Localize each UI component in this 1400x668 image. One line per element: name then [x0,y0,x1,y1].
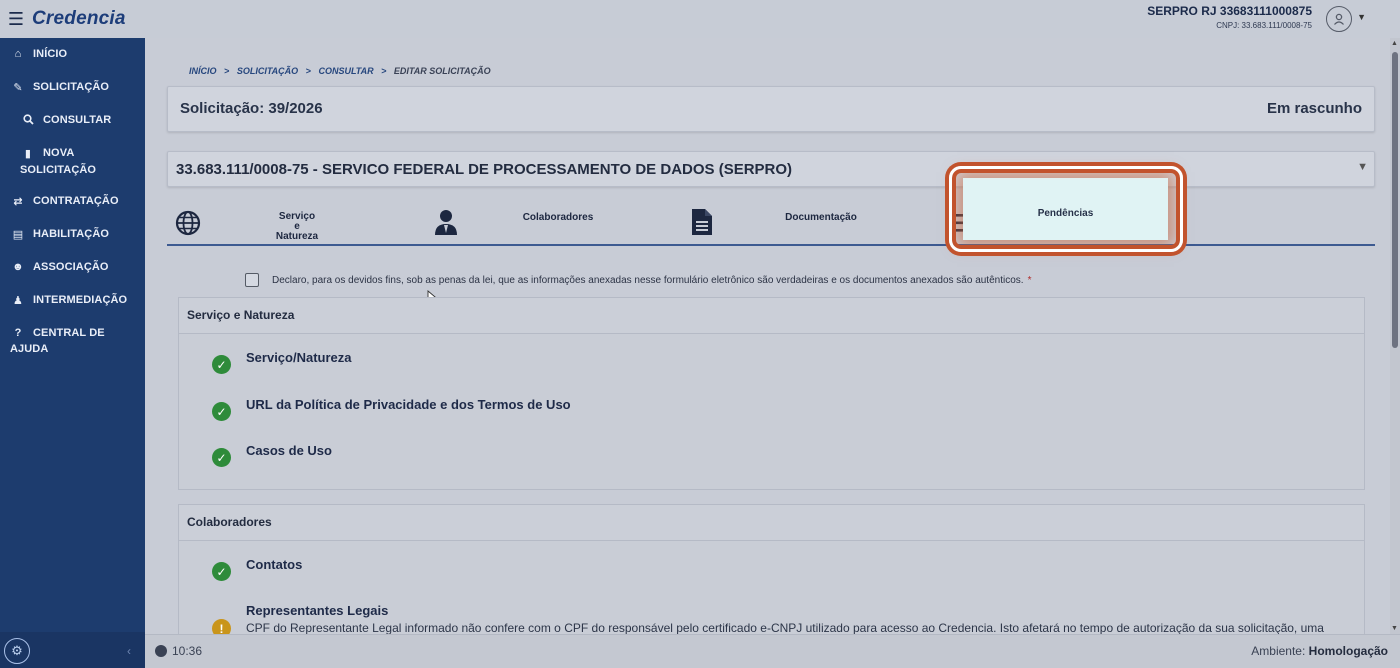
pending-item: ✓ Contatos [212,557,302,581]
sidebar-item-central-de-ajuda[interactable]: ? CENTRAL DE [0,327,145,339]
section-title: Colaboradores [179,505,1364,541]
check-circle-icon: ✓ [212,562,231,581]
sidebar-item-intermediacao[interactable]: ♟ INTERMEDIAÇÃO [0,294,145,307]
chevron-down-icon[interactable]: ▼ [1357,12,1366,22]
tab-label: Colaboradores [522,212,594,223]
sidebar-item-solicitacao[interactable]: ✎ SOLICITAÇÃO [0,81,145,94]
section-title: Serviço e Natureza [179,298,1364,334]
sidebar-item-habilitacao[interactable]: ▤ HABILITAÇÃO [0,228,145,241]
user-name: SERPRO RJ 33683111000875 [1147,4,1312,18]
breadcrumb-inicio[interactable]: INÍCIO [189,66,217,76]
users-icon: ☻ [12,261,24,273]
required-mark: * [1027,274,1032,286]
pending-item-label: Casos de Uso [246,443,332,458]
sidebar-item-nova-solicitacao-line2[interactable]: SOLICITAÇÃO [0,164,145,176]
chevron-down-icon[interactable]: ▼ [1357,161,1368,173]
pending-item: Representantes Legais [212,603,388,618]
app-logo: Credencia [32,8,126,29]
pending-item-label: Contatos [246,557,303,572]
tab-label: Natureza [275,231,319,242]
env-value: Homologação [1308,644,1388,658]
handshake-icon: ⇄ [13,196,23,208]
warning-text: CPF do Representante Legal informado não… [246,621,1324,634]
breadcrumb-consultar[interactable]: CONSULTAR [318,66,373,76]
user-icon [433,208,459,241]
check-circle-icon: ✓ [212,448,231,467]
sidebar-footer: ⚙ ‹ [0,632,145,668]
sidebar-item-consultar[interactable]: CONSULTAR [0,114,145,126]
user-cnpj: CNPJ: 33.683.111/0008-75 [1216,21,1312,30]
organization-card[interactable]: 33.683.111/0008-75 - SERVICO FEDERAL DE … [167,151,1375,187]
sidebar-item-inicio[interactable]: ⌂ INÍCIO [0,48,145,60]
pending-item-label: Representantes Legais [246,603,389,618]
solicitacao-header-card: Solicitação: 39/2026 Em rascunho [167,86,1375,132]
globe-icon [175,210,201,241]
pending-item-label: Serviço/Natureza [246,350,352,365]
section-servico-natureza: Serviço e Natureza ✓ Serviço/Natureza ✓ … [178,297,1365,490]
tab-label: Documentação [785,212,857,223]
sidebar-item-central-de-ajuda-line2[interactable]: AJUDA [0,343,145,355]
scroll-up-icon[interactable]: ▲ [1391,40,1398,47]
pending-item: ✓ URL da Política de Privacidade e dos T… [212,397,571,421]
env-label: Ambiente: [1251,644,1306,658]
warning-icon: ! [212,619,231,634]
status-badge: Em rascunho [1266,100,1362,117]
check-circle-icon: ✓ [212,402,231,421]
check-circle-icon: ✓ [212,355,231,374]
pending-item: ✓ Casos de Uso [212,443,332,467]
user-tie-icon: ♟ [13,295,23,307]
file-icon: ▮ [24,148,32,160]
tab-servico-natureza[interactable]: Serviço e Natureza [167,206,423,244]
edit-icon: ✎ [13,82,23,94]
breadcrumb-current: EDITAR SOLICITAÇÃO [393,66,491,76]
tab-bar: Serviço e Natureza Colaboradores Documen… [167,206,1375,246]
declaration-checkbox[interactable] [245,273,259,287]
pending-item: ✓ Serviço/Natureza [212,350,352,374]
pending-item-label: URL da Política de Privacidade e dos Ter… [246,397,571,412]
document-icon [691,208,713,241]
scroll-thumb[interactable] [1392,52,1398,348]
sidebar-item-nova-solicitacao[interactable]: ▮ NOVA [0,147,145,160]
sidebar-item-contratacao[interactable]: ⇄ CONTRATAÇÃO [0,195,145,208]
declaration-text: Declaro, para os devidos fins, sob as pe… [272,274,1024,286]
search-icon [20,114,36,125]
tab-colaboradores[interactable]: Colaboradores [423,206,679,244]
user-avatar-icon[interactable] [1326,6,1352,32]
breadcrumb: INÍCIO > SOLICITAÇÃO > CONSULTAR > EDITA… [189,66,491,76]
session-timer: 10:36 [155,644,202,658]
home-icon: ⌂ [14,48,22,60]
scrollbar[interactable]: ▲ ▼ [1390,38,1400,634]
sidebar-item-associacao[interactable]: ☻ ASSOCIAÇÃO [0,261,145,273]
footer: 10:36 Ambiente: Homologação [145,634,1400,668]
clock-icon [155,645,167,657]
breadcrumb-separator: > [224,66,230,76]
user-info: SERPRO RJ 33683111000875 CNPJ: 33.683.11… [1147,4,1312,30]
scroll-down-icon[interactable]: ▼ [1391,625,1398,632]
environment-indicator: Ambiente: Homologação [1251,644,1388,658]
question-icon: ? [14,327,22,339]
breadcrumb-separator: > [381,66,387,76]
breadcrumb-solicitacao[interactable]: SOLICITAÇÃO [237,66,298,76]
tab-documentacao[interactable]: Documentação [679,206,935,244]
cookie-icon[interactable]: ⚙ [4,638,30,664]
session-time: 10:36 [172,644,203,658]
page-title: Solicitação: 39/2026 [180,100,323,117]
top-bar: ☰ Credencia SERPRO RJ 33683111000875 CNP… [0,0,1400,38]
highlight-frame [949,166,1183,252]
declaration: Declaro, para os devidos fins, sob as pe… [245,273,1031,287]
section-colaboradores: Colaboradores ✓ Contatos Representantes … [178,504,1365,634]
sidebar: ⌂ INÍCIO ✎ SOLICITAÇÃO CONSULTAR ▮ NOVA … [0,38,145,668]
organization-title: 33.683.111/0008-75 - SERVICO FEDERAL DE … [176,161,793,178]
collapse-sidebar-icon[interactable]: ‹ [127,644,131,658]
main-content: INÍCIO > SOLICITAÇÃO > CONSULTAR > EDITA… [145,38,1390,634]
menu-icon[interactable]: ☰ [0,0,32,38]
id-card-icon: ▤ [12,229,24,241]
breadcrumb-separator: > [305,66,311,76]
